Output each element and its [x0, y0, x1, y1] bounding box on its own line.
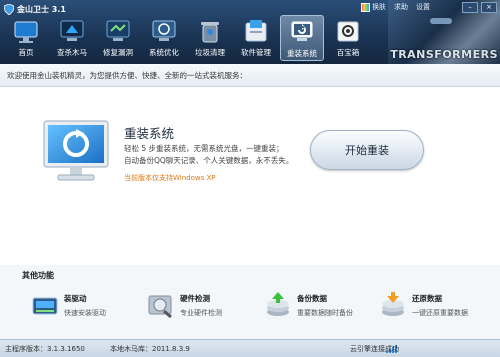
tab-reinstall-system[interactable]: 重装系统	[280, 15, 324, 61]
monitor-reinstall-icon	[43, 120, 109, 181]
system-optimize-icon	[152, 20, 176, 41]
start-reinstall-button[interactable]: 开始重装	[310, 130, 424, 170]
window-controls: – ×	[462, 2, 497, 13]
tab-scan-trojan[interactable]: 查杀木马	[50, 15, 94, 61]
app-window: TRANSFORMERS 金山卫士 3.1 换肤 求助 设置 – × 首页 查杀…	[0, 0, 500, 357]
top-menu: 换肤 求助 设置	[361, 2, 430, 12]
hero-description-line: 自动备份QQ聊天记录、个人关键数据，永不丢失。	[124, 156, 294, 165]
transformers-logo: TRANSFORMERS	[390, 48, 498, 61]
trash-clean-icon	[201, 22, 219, 43]
driver-install-icon	[32, 297, 58, 315]
program-version: 主程序版本：3.1.3.1650	[5, 345, 85, 353]
cloud-connect-status: 云引擎连接成功	[350, 345, 399, 353]
tab-fix-vulnerability[interactable]: 修复漏洞	[96, 15, 140, 61]
tab-toolbox[interactable]: 百宝箱	[326, 15, 370, 61]
trojan-db-version: 本地木马库：2011.8.3.9	[110, 345, 190, 353]
shield-logo-icon	[4, 3, 14, 15]
backup-data-item[interactable]: 备份数据 重要数据随时备份	[263, 290, 353, 320]
skin-icon	[361, 2, 370, 12]
tab-software-manage[interactable]: 软件管理	[234, 15, 278, 61]
welcome-text: 欢迎使用金山装机精灵，为您提供方便、快捷、全新的一站式装机服务：	[7, 71, 247, 80]
tab-home[interactable]: 首页	[4, 15, 48, 61]
skin-button[interactable]: 换肤	[361, 2, 386, 12]
app-title-bar: 金山卫士 3.1	[4, 3, 66, 15]
toolbox-icon	[337, 21, 359, 42]
settings-button[interactable]: 设置	[416, 2, 430, 12]
tab-system-optimize[interactable]: 系统优化	[142, 15, 186, 61]
minimize-icon[interactable]: –	[462, 2, 478, 13]
header: TRANSFORMERS 金山卫士 3.1 换肤 求助 设置 – × 首页 查杀…	[0, 0, 500, 64]
close-icon[interactable]: ×	[481, 2, 497, 13]
fix-vulnerability-icon	[106, 20, 130, 41]
backup-data-icon	[267, 292, 289, 316]
hardware-check-item[interactable]: 硬件检测 专业硬件检测	[146, 290, 222, 320]
status-bar: 主程序版本：3.1.3.1650 本地木马库：2011.8.3.9 云引擎连接成…	[0, 339, 500, 357]
xp-support-note: 当前版本仅支持Windows XP	[124, 174, 216, 182]
restore-data-item[interactable]: 还原数据 一键还原重要数据	[378, 290, 468, 320]
other-functions-title: 其他功能	[22, 271, 54, 280]
hardware-check-icon	[148, 295, 172, 319]
main-tabs: 首页 查杀木马 修复漏洞 系统优化 垃圾清理 软件管理 重装系统 百宝箱	[4, 15, 370, 61]
driver-install-item[interactable]: 装驱动 快速安装驱动	[30, 290, 106, 320]
reinstall-system-icon	[291, 21, 313, 41]
hero-title: 重装系统	[124, 126, 175, 141]
help-button[interactable]: 求助	[394, 2, 408, 12]
other-functions: 其他功能 装驱动 快速安装驱动 硬件检测 专业硬件检测 备份数据 重要数据随时备…	[0, 265, 500, 339]
welcome-bar: 欢迎使用金山装机精灵，为您提供方便、快捷、全新的一站式装机服务：	[0, 64, 500, 87]
tab-trash-clean[interactable]: 垃圾清理	[188, 15, 232, 61]
home-icon	[14, 21, 38, 43]
hero-description: 轻松 5 步重装系统，无需系统光盘，一键重装； 自动备份QQ聊天记录、个人关键数…	[124, 143, 300, 167]
hero-description-line: 轻松 5 步重装系统，无需系统光盘，一键重装；	[124, 144, 284, 153]
restore-data-icon	[382, 292, 404, 316]
reinstall-panel: 重装系统 轻松 5 步重装系统，无需系统光盘，一键重装； 自动备份QQ聊天记录、…	[0, 87, 500, 265]
software-manage-icon	[245, 20, 267, 42]
app-title: 金山卫士 3.1	[17, 4, 66, 14]
scan-trojan-icon	[60, 20, 84, 41]
